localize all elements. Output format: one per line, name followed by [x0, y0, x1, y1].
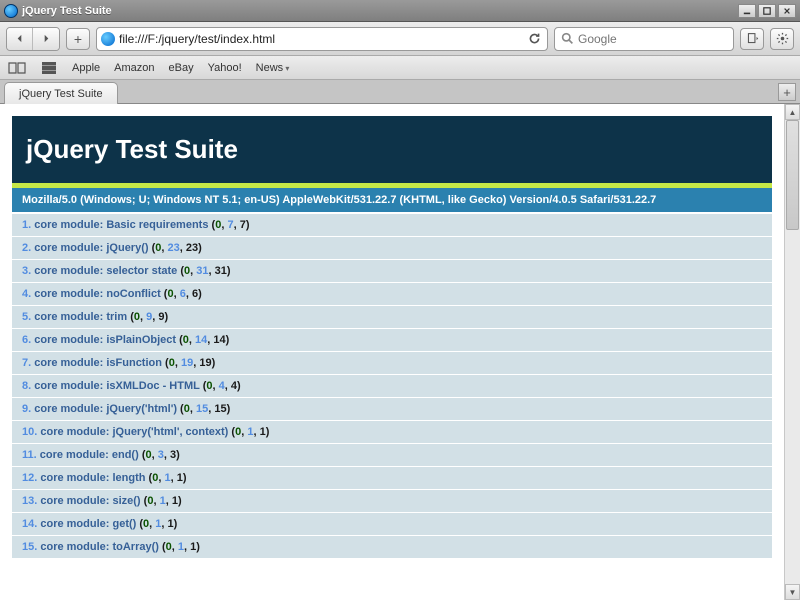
- browser-toolbar: +: [0, 22, 800, 56]
- scroll-up-button[interactable]: ▲: [785, 104, 800, 120]
- test-row[interactable]: 9. core module: jQuery('html') (0, 15, 1…: [12, 398, 772, 421]
- test-row[interactable]: 12. core module: length (0, 1, 1): [12, 467, 772, 490]
- maximize-button[interactable]: [758, 4, 776, 18]
- qunit-header: jQuery Test Suite: [12, 116, 772, 183]
- bookmark-link[interactable]: eBay: [169, 62, 194, 74]
- forward-button[interactable]: [33, 28, 59, 50]
- bookmark-link[interactable]: Apple: [72, 62, 100, 74]
- test-row[interactable]: 11. core module: end() (0, 3, 3): [12, 444, 772, 467]
- test-row[interactable]: 2. core module: jQuery() (0, 23, 23): [12, 237, 772, 260]
- qunit-useragent: Mozilla/5.0 (Windows; U; Windows NT 5.1;…: [12, 188, 772, 212]
- minimize-button[interactable]: [738, 4, 756, 18]
- bookmarks-bar: Apple Amazon eBay Yahoo! News: [0, 56, 800, 80]
- new-tab-button[interactable]: +: [778, 83, 796, 101]
- bookmark-link[interactable]: Yahoo!: [208, 62, 242, 74]
- tab-strip: jQuery Test Suite +: [0, 80, 800, 104]
- scroll-down-button[interactable]: ▼: [785, 584, 800, 600]
- viewport: jQuery Test Suite Mozilla/5.0 (Windows; …: [0, 104, 800, 600]
- window-title: jQuery Test Suite: [22, 5, 112, 17]
- test-row[interactable]: 10. core module: jQuery('html', context)…: [12, 421, 772, 444]
- test-row[interactable]: 14. core module: get() (0, 1, 1): [12, 513, 772, 536]
- test-row[interactable]: 4. core module: noConflict (0, 6, 6): [12, 283, 772, 306]
- test-row[interactable]: 3. core module: selector state (0, 31, 3…: [12, 260, 772, 283]
- test-row[interactable]: 6. core module: isPlainObject (0, 14, 14…: [12, 329, 772, 352]
- search-icon: [561, 32, 574, 45]
- vertical-scrollbar[interactable]: ▲ ▼: [784, 104, 800, 600]
- bookmark-folder[interactable]: News: [256, 62, 290, 74]
- page-title: jQuery Test Suite: [26, 134, 758, 165]
- window-titlebar: jQuery Test Suite: [0, 0, 800, 22]
- add-bookmark-button[interactable]: +: [66, 28, 90, 50]
- settings-button[interactable]: [770, 28, 794, 50]
- url-input[interactable]: [119, 32, 521, 46]
- address-bar[interactable]: [96, 27, 548, 51]
- new-page-button[interactable]: [740, 28, 764, 50]
- bookmark-link[interactable]: Amazon: [114, 62, 154, 74]
- search-input[interactable]: [578, 32, 727, 46]
- test-row[interactable]: 1. core module: Basic requirements (0, 7…: [12, 214, 772, 237]
- test-row[interactable]: 8. core module: isXMLDoc - HTML (0, 4, 4…: [12, 375, 772, 398]
- topsites-icon[interactable]: [40, 61, 58, 75]
- test-row[interactable]: 13. core module: size() (0, 1, 1): [12, 490, 772, 513]
- reload-button[interactable]: [525, 30, 543, 48]
- browser-tab[interactable]: jQuery Test Suite: [4, 82, 118, 104]
- search-bar[interactable]: [554, 27, 734, 51]
- reading-list-icon[interactable]: [8, 61, 26, 75]
- site-icon: [101, 32, 115, 46]
- qunit-tests: 1. core module: Basic requirements (0, 7…: [12, 214, 772, 559]
- close-button[interactable]: [778, 4, 796, 18]
- test-row[interactable]: 15. core module: toArray() (0, 1, 1): [12, 536, 772, 559]
- page-content: jQuery Test Suite Mozilla/5.0 (Windows; …: [0, 104, 784, 600]
- test-row[interactable]: 5. core module: trim (0, 9, 9): [12, 306, 772, 329]
- back-button[interactable]: [7, 28, 33, 50]
- app-icon: [4, 4, 18, 18]
- test-row[interactable]: 7. core module: isFunction (0, 19, 19): [12, 352, 772, 375]
- scroll-thumb[interactable]: [786, 120, 799, 230]
